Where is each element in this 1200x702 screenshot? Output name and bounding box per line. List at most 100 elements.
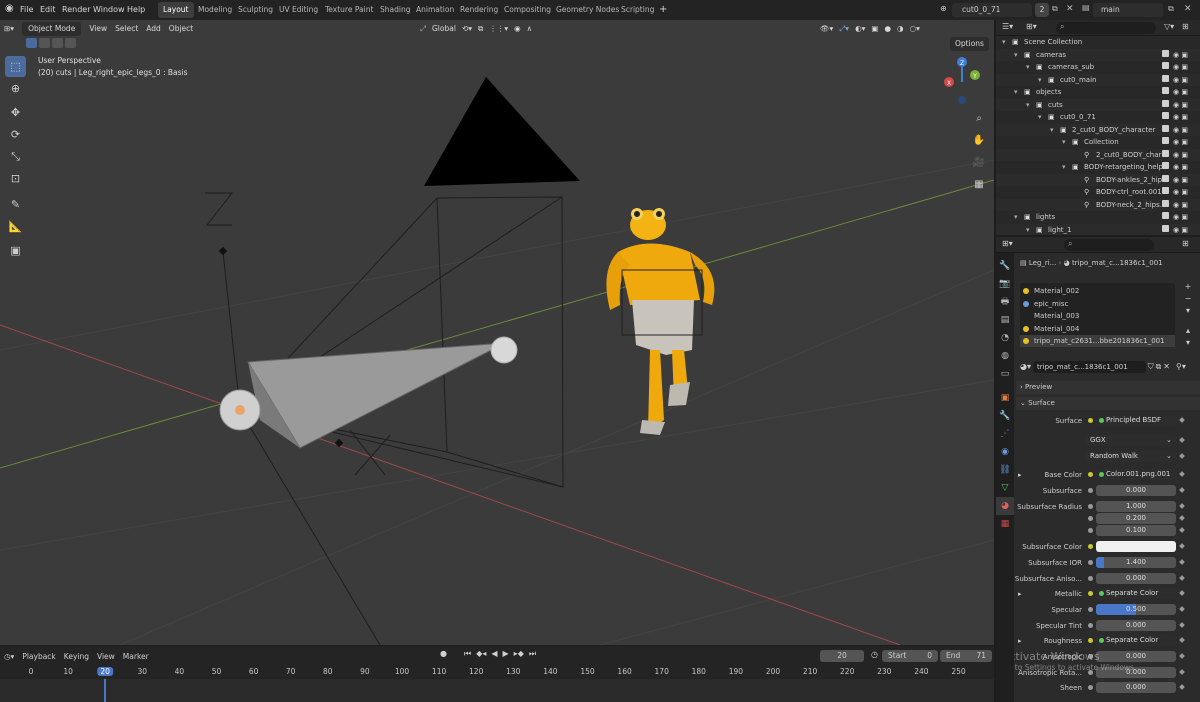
disclosure-icon[interactable]: ▾ (1038, 111, 1042, 124)
socket-icon[interactable] (1088, 516, 1093, 521)
filter-icon[interactable]: ▽▾ (1164, 22, 1174, 31)
color-field[interactable] (1096, 541, 1176, 552)
properties-search-input[interactable] (1064, 239, 1154, 251)
row-visibility-toggles[interactable]: ◉ ▣ (1162, 111, 1188, 124)
keyframe-dot-icon[interactable] (1179, 684, 1185, 690)
move-down-icon[interactable]: ▾ (1182, 337, 1194, 349)
tab-shading[interactable]: Shading (375, 2, 415, 18)
object-tab-icon[interactable]: ▣ (996, 389, 1014, 407)
editor-type-icon[interactable]: ⊞▾ (4, 22, 14, 36)
material-tab-icon[interactable]: ◕ (996, 497, 1014, 515)
keyframe-dot-icon[interactable] (1179, 471, 1185, 477)
grid-perspective-icon[interactable]: ▦ (972, 174, 986, 196)
expand-input-icon[interactable]: ▸ (1018, 469, 1022, 481)
visibility-icon[interactable]: 👁▾ (820, 22, 833, 36)
node-link-icon[interactable]: ⚲▾ (1176, 362, 1186, 371)
pan-hand-icon[interactable]: ✋ (972, 130, 986, 152)
tab-compositing[interactable]: Compositing (499, 2, 556, 18)
constraints-tab-icon[interactable]: ⛓ (996, 461, 1014, 479)
value-field[interactable]: 0.000 (1096, 667, 1176, 678)
row-visibility-toggles[interactable]: ◉ ▣ (1162, 174, 1188, 187)
select-box-tool-icon[interactable]: ⬚ (5, 56, 26, 77)
disclosure-icon[interactable]: ▾ (1014, 49, 1018, 62)
disclosure-icon[interactable]: ▾ (1050, 124, 1054, 137)
keyframe-dot-icon[interactable] (1179, 622, 1185, 628)
outliner-row[interactable]: ⚲ BODY-ctrl_root.001 ◉ ▣ (996, 186, 1200, 199)
value-field[interactable]: 0.100 (1096, 525, 1176, 536)
row-visibility-toggles[interactable]: ◉ ▣ (1162, 224, 1188, 236)
mode-selector[interactable]: Object Mode (22, 22, 82, 36)
select-subtract-icon[interactable] (52, 38, 63, 48)
keyframe-dot-icon[interactable] (1179, 653, 1185, 659)
socket-icon[interactable] (1088, 504, 1093, 509)
row-visibility-toggles[interactable]: ◉ ▣ (1162, 49, 1188, 62)
slot-menu-icon[interactable]: ▾ (1182, 305, 1194, 317)
preview-panel-header[interactable]: › Preview (1016, 381, 1200, 394)
menu-window[interactable]: Window (93, 0, 125, 20)
outliner-row[interactable]: ⚲ BODY-neck_2_hips. ◉ ▣ (996, 198, 1200, 211)
transform-tool-icon[interactable]: ⊡ (5, 168, 26, 189)
socket-icon[interactable] (1088, 544, 1093, 549)
scene-selector[interactable]: cut0_0_71 (952, 3, 1032, 17)
material-browse-icon[interactable]: ◕▾ (1020, 362, 1031, 371)
outliner-search-input[interactable] (1056, 22, 1156, 34)
pivot-icon[interactable]: ⟲▾ (462, 22, 472, 36)
menu-edit[interactable]: Edit (40, 0, 56, 20)
material-slot-item[interactable]: Material_003 (1020, 310, 1175, 322)
socket-icon[interactable] (1088, 591, 1093, 596)
material-slot-item[interactable]: epic_misc (1020, 298, 1175, 310)
outliner-row[interactable]: ▾ ▣ cut0_0_71 ◉ ▣ (996, 111, 1200, 124)
tab-sculpting[interactable]: Sculpting (233, 2, 278, 18)
value-field[interactable]: 0.000 (1096, 573, 1176, 584)
pin-icon[interactable]: ⊞ (1182, 239, 1189, 248)
outliner-editor-icon[interactable]: ☰▾ (1002, 22, 1013, 31)
viewport-menu-object[interactable]: Object (169, 22, 193, 36)
new-collection-icon[interactable]: ⊞ (1182, 22, 1189, 31)
shading-rendered-icon[interactable]: ○▾ (910, 22, 920, 36)
socket-icon[interactable] (1088, 418, 1093, 423)
outliner-row[interactable]: ▾ ▣ lights ◉ ▣ (996, 211, 1200, 224)
outliner-row[interactable]: ▾ ▣ cameras ◉ ▣ (996, 48, 1200, 62)
select-extend-icon[interactable] (39, 38, 50, 48)
menu-file[interactable]: File (20, 0, 33, 20)
blender-logo-icon[interactable]: ◉ (5, 3, 14, 14)
keyframe-dot-icon[interactable] (1179, 575, 1185, 581)
value-field[interactable]: Color.001.png.001 (1096, 469, 1176, 480)
menu-render[interactable]: Render (62, 0, 90, 20)
row-visibility-toggles[interactable]: ◉ ▣ (1162, 61, 1188, 74)
socket-icon[interactable] (1088, 528, 1093, 533)
disclosure-icon[interactable]: ▾ (1014, 211, 1018, 224)
distribution-dropdown[interactable]: Random Walk (1086, 451, 1176, 462)
tool-tab-icon[interactable]: 🔧 (996, 257, 1014, 275)
scale-tool-icon[interactable]: ⤡ (5, 146, 26, 167)
outliner-row[interactable]: ▾ ▣ cuts ◉ ▣ (996, 98, 1200, 112)
shading-solid-icon[interactable]: ● (884, 22, 891, 36)
keyframe-dot-icon[interactable] (1179, 417, 1185, 423)
socket-icon[interactable] (1088, 488, 1093, 493)
outliner-row[interactable]: ▾ ▣ cut0_main ◉ ▣ (996, 73, 1200, 86)
value-field[interactable]: Separate Color (1096, 588, 1176, 599)
tab-texture-paint[interactable]: Texture Paint (320, 2, 378, 18)
value-field[interactable]: Separate Color (1096, 635, 1176, 646)
timeline-track[interactable] (0, 679, 994, 702)
tab-animation[interactable]: Animation (411, 2, 459, 18)
data-tab-icon[interactable]: ▽ (996, 479, 1014, 497)
outliner-row[interactable]: ▾ ▣ Scene Collection (996, 36, 1200, 49)
disclosure-icon[interactable]: ▾ (1026, 99, 1030, 112)
texture-tab-icon[interactable]: ▦ (996, 515, 1014, 533)
move-up-icon[interactable]: ▴ (1182, 325, 1194, 337)
keyframe-dot-icon[interactable] (1179, 637, 1185, 643)
view-layer-tab-icon[interactable]: ▤ (996, 311, 1014, 329)
tab-scripting[interactable]: Scripting (616, 2, 659, 18)
outliner-row[interactable]: ▾ ▣ cameras_sub ◉ ▣ (996, 61, 1200, 74)
transform-orientation[interactable]: Global (432, 22, 456, 36)
disclosure-icon[interactable]: ▾ (1014, 86, 1018, 99)
tab-modeling[interactable]: Modeling (193, 2, 237, 18)
options-dropdown[interactable]: Options (950, 37, 989, 51)
keyframe-dot-icon[interactable] (1179, 437, 1185, 443)
render-tab-icon[interactable]: 📷 (996, 275, 1014, 293)
snapping-icon[interactable]: ⋮⋮▾ (489, 22, 508, 36)
value-field[interactable]: 0.000 (1096, 682, 1176, 693)
rotate-tool-icon[interactable]: ⟳ (5, 124, 26, 145)
keyframe-dot-icon[interactable] (1179, 606, 1185, 612)
